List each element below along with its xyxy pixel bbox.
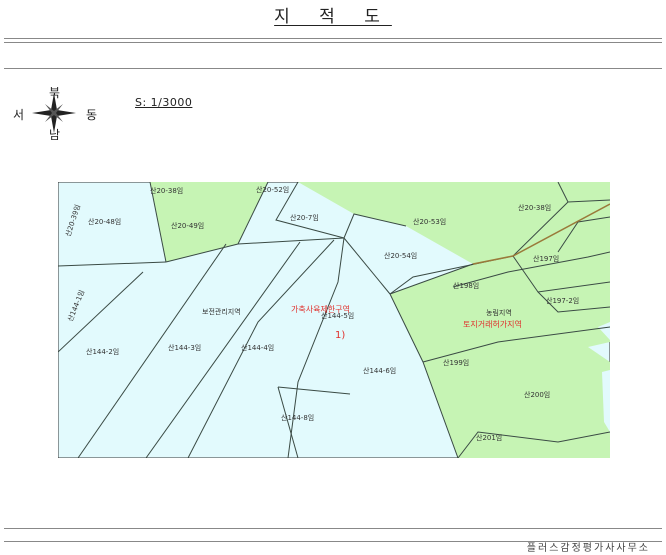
footer-rule-top <box>4 528 662 529</box>
compass-east: 동 <box>86 108 98 122</box>
parcel-label: 산20-53임 <box>413 217 446 226</box>
parcel-label: 산144-6임 <box>363 366 396 375</box>
map-scale: S: 1/3000 <box>135 96 193 109</box>
parcel-label: 산200임 <box>524 390 550 399</box>
zone-label-conservation: 보전관리지역 <box>202 307 241 316</box>
parcel-label: 산20-38임 <box>518 203 551 212</box>
parcel-label: 산20-48임 <box>88 217 121 226</box>
cadastral-map: 산20-38임 산20-52임 산20-39임 산20-48임 산20-49임 … <box>58 182 610 458</box>
parcel-label: 산199임 <box>443 358 469 367</box>
header-rule-bottom <box>4 42 662 43</box>
header-rule-top <box>4 38 662 39</box>
compass-north: 북 <box>49 86 61 100</box>
page-title: 지 적 도 <box>274 7 392 27</box>
parcel-label: 산20-52임 <box>256 185 289 194</box>
parcel-label: 산197-2임 <box>546 296 579 305</box>
parcel-label: 산144-3임 <box>168 343 201 352</box>
compass-west: 서 <box>13 108 25 122</box>
office-name: 플러스감정평가사사무소 <box>526 543 650 554</box>
parcel-label: 산144-8임 <box>281 413 314 422</box>
zone-label-agri-forest: 농림지역 <box>486 308 512 317</box>
parcel-label: 산20-49임 <box>171 221 204 230</box>
parcel-label: 산20-7임 <box>290 213 319 222</box>
parcel-label: 산197임 <box>533 254 559 263</box>
cadastral-map-page: 지 적 도 북 남 서 동 S: 1/3000 산20-38임 산20-52임 … <box>0 0 666 555</box>
parcel-label: 산20-38임 <box>150 186 183 195</box>
compass-south: 남 <box>49 128 61 142</box>
compass-rose: 북 남 서 동 <box>10 86 105 142</box>
parcel-label: 산20-54임 <box>384 251 417 260</box>
parcel-label: 산201임 <box>476 433 502 442</box>
zone-label-land-permit: 토지거래허가지역 <box>463 319 522 329</box>
section-rule <box>4 68 662 69</box>
parcel-marker: 1) <box>335 330 345 341</box>
parcel-label: 산198임 <box>453 281 479 290</box>
parcel-label: 산144-2임 <box>86 347 119 356</box>
parcel-label: 산144-4임 <box>241 343 274 352</box>
zone-label-livestock: 가축사육제한구역 <box>291 304 350 314</box>
